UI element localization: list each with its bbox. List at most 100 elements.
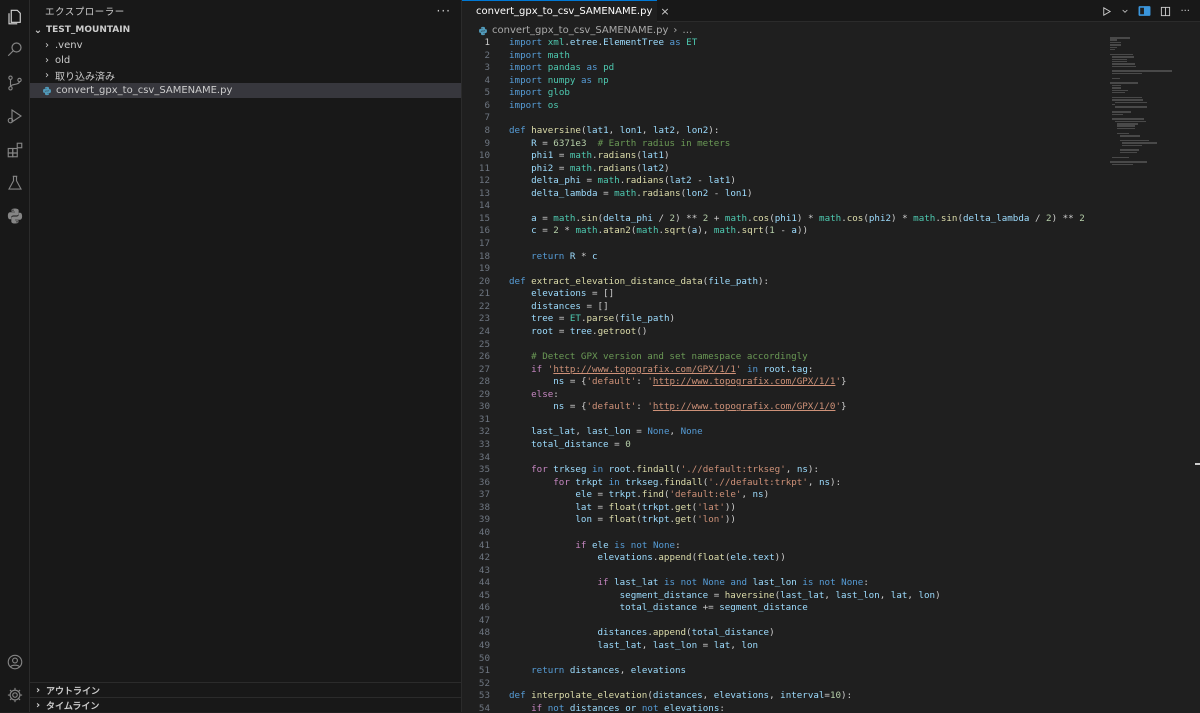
code-line[interactable]: 32 last_lat, last_lon = None, None [462, 426, 1200, 439]
split-editor-icon[interactable] [1160, 6, 1171, 17]
code-line[interactable]: 18 return R * c [462, 251, 1200, 264]
code-line[interactable]: 36 for trkpt in trkseg.findall('.//defau… [462, 477, 1200, 490]
more-actions-button[interactable]: ··· [437, 4, 451, 18]
code-line[interactable]: 20 def extract_elevation_distance_data(fi… [462, 276, 1200, 289]
tree-folder-old[interactable]: › old [30, 53, 461, 68]
tree-file-python[interactable]: convert_gpx_to_csv_SAMENAME.py [30, 83, 461, 98]
code-line[interactable]: 19 [462, 263, 1200, 276]
code-line[interactable]: 5 import glob [462, 87, 1200, 100]
code-line[interactable]: 2 import math [462, 50, 1200, 63]
code-line[interactable]: 28 ns = {'default': 'http://www.topograf… [462, 376, 1200, 389]
code-line[interactable]: 21 elevations = [] [462, 288, 1200, 301]
code-line[interactable]: 49 last_lat, last_lon = lat, lon [462, 640, 1200, 653]
code-line[interactable]: 25 [462, 339, 1200, 352]
code-line[interactable]: 41 if ele is not None: [462, 540, 1200, 553]
code-line[interactable]: 6 import os [462, 100, 1200, 113]
code-line[interactable]: 3 import pandas as pd [462, 62, 1200, 75]
explorer-icon[interactable] [4, 6, 26, 28]
code-text: import math [509, 49, 570, 61]
code-line[interactable]: 10 phi1 = math.radians(lat1) [462, 150, 1200, 163]
line-number: 41 [478, 539, 490, 551]
tree-folder-imported[interactable]: › 取り込み済み [30, 68, 461, 83]
workspace-section[interactable]: ⌄ TEST_MOUNTAIN [30, 22, 461, 38]
testing-icon[interactable] [4, 172, 26, 194]
code-line[interactable]: 16 c = 2 * math.atan2(math.sqrt(a), math… [462, 225, 1200, 238]
run-debug-icon[interactable] [4, 105, 26, 127]
code-line[interactable]: 23 tree = ET.parse(file_path) [462, 313, 1200, 326]
code-line[interactable]: 13 delta_lambda = math.radians(lon2 - lo… [462, 188, 1200, 201]
code-line[interactable]: 53 def interpolate_elevation(distances, e… [462, 690, 1200, 703]
code-line[interactable]: 34 [462, 452, 1200, 465]
outline-section[interactable]: › アウトライン [30, 682, 462, 698]
code-line[interactable]: 29 else: [462, 389, 1200, 402]
code-line[interactable]: 1 import xml.etree.ElementTree as ET [462, 37, 1200, 50]
code-line[interactable]: 12 delta_phi = math.radians(lat2 - lat1) [462, 175, 1200, 188]
code-line[interactable]: 31 [462, 414, 1200, 427]
code-line[interactable]: 22 distances = [] [462, 301, 1200, 314]
line-number: 40 [478, 526, 490, 538]
code-line[interactable]: 7 [462, 112, 1200, 125]
code-line[interactable]: 14 [462, 200, 1200, 213]
code-line[interactable]: 37 ele = trkpt.find('default:ele', ns) [462, 489, 1200, 502]
code-line[interactable]: 50 [462, 653, 1200, 666]
code-line[interactable]: 45 segment_distance = haversine(last_lat… [462, 590, 1200, 603]
code-line[interactable]: 54 if not distances or not elevations: [462, 703, 1200, 712]
code-line[interactable]: 33 total_distance = 0 [462, 439, 1200, 452]
chevron-down-icon[interactable] [1121, 7, 1129, 15]
line-number: 43 [478, 564, 490, 576]
code-line[interactable]: 11 phi2 = math.radians(lat2) [462, 163, 1200, 176]
code-line[interactable]: 26 # Detect GPX version and set namespac… [462, 351, 1200, 364]
code-editor[interactable]: 1 import xml.etree.ElementTree as ET 2 impo… [462, 37, 1200, 712]
line-number: 51 [478, 665, 490, 677]
code-line[interactable]: 15 a = math.sin(delta_phi / 2) ** 2 + ma… [462, 213, 1200, 226]
line-number: 30 [478, 401, 490, 413]
line-number: 23 [478, 313, 490, 325]
tree-folder-venv[interactable]: › .venv [30, 38, 461, 53]
code-line[interactable]: 51 return distances, elevations [462, 665, 1200, 678]
timeline-section[interactable]: › タイムライン [30, 697, 462, 713]
python-icon[interactable] [4, 205, 26, 227]
code-line[interactable]: 24 root = tree.getroot() [462, 326, 1200, 339]
settings-gear-icon[interactable] [4, 684, 26, 706]
code-line[interactable]: 4 import numpy as np [462, 75, 1200, 88]
breadcrumb-file[interactable]: convert_gpx_to_csv_SAMENAME.py [492, 25, 668, 36]
code-line[interactable]: 8 def haversine(lat1, lon1, lat2, lon2): [462, 125, 1200, 138]
tab-active-file[interactable]: convert_gpx_to_csv_SAMENAME.py × [462, 0, 670, 22]
layout-icon[interactable] [1138, 5, 1151, 17]
code-line[interactable]: 39 lon = float(trkpt.get('lon')) [462, 514, 1200, 527]
line-number: 11 [478, 162, 490, 174]
code-line[interactable]: 38 lat = float(trkpt.get('lat')) [462, 502, 1200, 515]
run-icon[interactable] [1101, 6, 1112, 17]
account-icon[interactable] [4, 651, 26, 673]
scrollbar-marker[interactable] [1195, 463, 1200, 465]
minimap[interactable] [1110, 37, 1190, 177]
code-line[interactable]: 42 elevations.append(float(ele.text)) [462, 552, 1200, 565]
extensions-icon[interactable] [4, 139, 26, 161]
code-line[interactable]: 47 [462, 615, 1200, 628]
code-text: import os [509, 99, 559, 111]
minimap-line [1119, 151, 1137, 154]
code-line[interactable]: 30 ns = {'default': 'http://www.topograf… [462, 401, 1200, 414]
minimap-line [1112, 91, 1125, 94]
minimap-line [1110, 44, 1121, 46]
code-line[interactable]: 52 [462, 678, 1200, 691]
code-text: def extract_elevation_distance_data(file… [509, 275, 770, 287]
code-line[interactable]: 43 [462, 565, 1200, 578]
more-actions-button[interactable]: ··· [1180, 6, 1190, 17]
code-line[interactable]: 46 total_distance += segment_distance [462, 602, 1200, 615]
breadcrumb-symbol[interactable]: … [682, 25, 692, 36]
code-line[interactable]: 27 if 'http://www.topografix.com/GPX/1/1… [462, 364, 1200, 377]
minimap-line [1119, 139, 1149, 142]
code-line[interactable]: 35 for trkseg in root.findall('.//defaul… [462, 464, 1200, 477]
minimap-line [1114, 101, 1147, 104]
search-icon[interactable] [4, 38, 26, 60]
line-number: 54 [478, 702, 490, 712]
code-line[interactable]: 40 [462, 527, 1200, 540]
code-line[interactable]: 9 R = 6371e3 # Earth radius in meters [462, 138, 1200, 151]
close-icon[interactable]: × [660, 5, 669, 18]
code-line[interactable]: 48 distances.append(total_distance) [462, 627, 1200, 640]
code-line[interactable]: 17 [462, 238, 1200, 251]
source-control-icon[interactable] [4, 72, 26, 94]
code-line[interactable]: 44 if last_lat is not None and last_lon … [462, 577, 1200, 590]
minimap-line [1112, 58, 1128, 61]
